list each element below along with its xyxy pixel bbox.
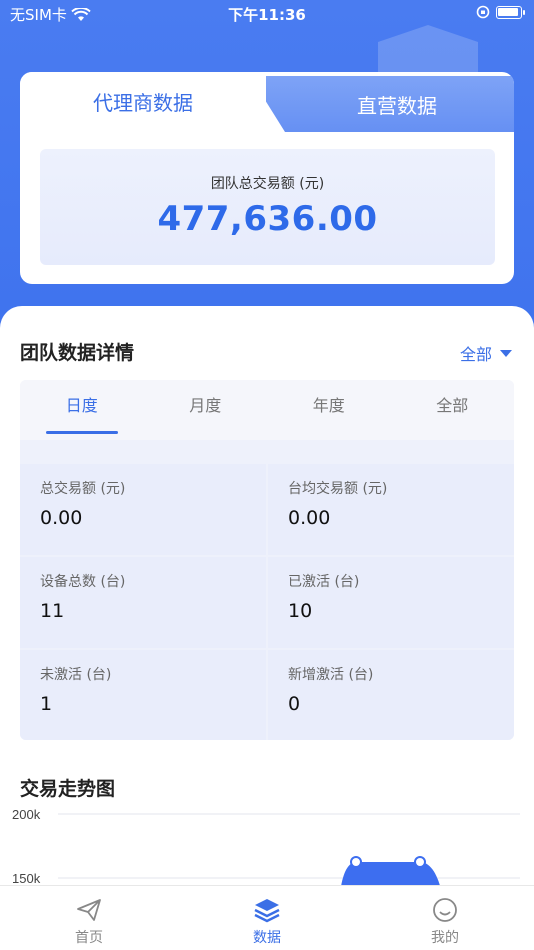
y-tick-label: 200k — [12, 807, 41, 822]
stat-value: 11 — [40, 600, 65, 622]
paper-plane-icon — [77, 899, 101, 921]
smile-icon — [433, 898, 457, 922]
filter-label: 全部 — [459, 345, 492, 364]
team-total-value: 477,636.00 — [157, 199, 378, 239]
battery-icon — [496, 5, 525, 19]
tab-month[interactable]: 月度 — [144, 380, 268, 440]
nav-mine[interactable]: 我的 — [356, 886, 534, 950]
stat-label: 设备总数 (台) — [40, 574, 126, 590]
detail-title: 团队数据详情 — [20, 342, 135, 364]
stat-label: 新增激活 (台) — [288, 667, 374, 683]
period-tabs: 日度 月度 年度 全部 — [20, 380, 514, 440]
y-tick-label: 150k — [12, 871, 41, 886]
stat-value: 0.00 — [40, 507, 83, 529]
stat-cell: 已激活 (台) 10 — [268, 557, 514, 648]
nav-home-label: 首页 — [75, 930, 103, 946]
status-bar: 无SIM卡 下午11:36 — [0, 0, 534, 28]
team-total-label: 团队总交易额 (元) — [210, 176, 325, 192]
detail-header: 团队数据详情 全部 — [20, 338, 514, 366]
chevron-down-icon — [500, 349, 512, 357]
tab-day[interactable]: 日度 — [20, 380, 144, 440]
tab-all[interactable]: 全部 — [391, 380, 515, 440]
stat-label: 未激活 (台) — [40, 667, 112, 683]
trend-point — [414, 856, 426, 868]
summary-card: 直营数据 代理商数据 团队总交易额 (元) 477,636.00 — [20, 72, 514, 284]
stat-value: 10 — [288, 600, 313, 622]
layers-icon — [254, 899, 280, 923]
bottom-nav: 首页 数据 我的 — [0, 885, 534, 950]
trend-point — [350, 856, 362, 868]
tab-direct-label: 直营数据 — [357, 93, 437, 118]
tab-agent-label: 代理商数据 — [93, 90, 193, 115]
stat-label: 总交易额 (元) — [40, 481, 126, 497]
stat-value: 1 — [40, 693, 53, 715]
rotation-lock-icon — [476, 5, 490, 19]
stat-cell: 设备总数 (台) 11 — [20, 557, 266, 648]
stat-cell: 未激活 (台) 1 — [20, 650, 266, 740]
status-time: 下午11:36 — [228, 6, 306, 24]
nav-home[interactable]: 首页 — [0, 886, 178, 950]
trend-chart: 200k 150k — [12, 807, 520, 894]
stat-label: 台均交易额 (元) — [288, 481, 388, 497]
trend-title: 交易走势图 — [20, 778, 116, 800]
detail-card: 日度 月度 年度 全部 总交易额 (元) 0.00 台均交易额 (元) 0.00… — [20, 380, 514, 740]
tab-year[interactable]: 年度 — [267, 380, 391, 440]
stat-value: 0 — [288, 693, 301, 715]
tab-agent[interactable]: 代理商数据 — [20, 72, 266, 130]
nav-data[interactable]: 数据 — [178, 886, 356, 950]
stat-value: 0.00 — [288, 507, 331, 529]
stat-cell: 台均交易额 (元) 0.00 — [268, 464, 514, 555]
stat-cell: 总交易额 (元) 0.00 — [20, 464, 266, 555]
stat-cell: 新增激活 (台) 0 — [268, 650, 514, 740]
team-total-box: 团队总交易额 (元) 477,636.00 — [40, 149, 495, 265]
stats-grid: 总交易额 (元) 0.00 台均交易额 (元) 0.00 设备总数 (台) 11… — [20, 464, 514, 740]
nav-data-label: 数据 — [253, 930, 281, 946]
stat-label: 已激活 (台) — [288, 574, 360, 590]
nav-mine-label: 我的 — [431, 930, 459, 946]
detail-panel: 团队数据详情 全部 日度 月度 年度 全部 总交易额 (元) 0.00 台均交易… — [0, 306, 534, 950]
filter-dropdown[interactable]: 全部 — [460, 341, 512, 365]
tab-direct[interactable]: 直营数据 — [250, 76, 514, 132]
